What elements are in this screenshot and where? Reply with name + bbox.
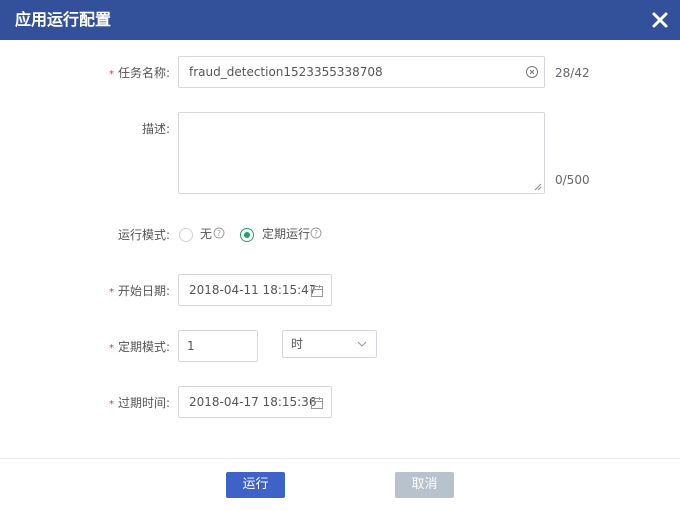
schedule-value: 1 bbox=[187, 339, 195, 353]
calendar-icon[interactable] bbox=[310, 284, 324, 298]
task-name-input[interactable]: fraud_detection1523355338708 bbox=[178, 56, 545, 88]
help-icon[interactable]: ? bbox=[310, 227, 322, 239]
run-button[interactable]: 运行 bbox=[226, 472, 285, 498]
schedule-mode-label: * 定期模式: bbox=[108, 340, 170, 354]
svg-text:?: ? bbox=[314, 229, 318, 238]
required-mark: * bbox=[108, 343, 114, 354]
dialog-header: 应用运行配置 bbox=[0, 0, 680, 40]
radio-none-label: 无 bbox=[200, 227, 213, 241]
expire-time-label: * 过期时间: bbox=[108, 396, 170, 410]
task-name-counter: 28/42 bbox=[555, 66, 590, 80]
resize-handle-icon[interactable] bbox=[534, 183, 542, 191]
schedule-unit-select[interactable]: 时 bbox=[282, 330, 377, 358]
cancel-button[interactable]: 取消 bbox=[395, 472, 454, 498]
radio-periodic-label: 定期运行 bbox=[262, 227, 311, 241]
dialog-title: 应用运行配置 bbox=[15, 10, 112, 29]
required-mark: * bbox=[108, 69, 114, 80]
expire-time-input[interactable]: 2018-04-17 18:15:36 bbox=[178, 386, 332, 418]
required-mark: * bbox=[108, 399, 114, 410]
schedule-value-input[interactable]: 1 bbox=[178, 330, 258, 362]
chevron-down-icon bbox=[357, 341, 367, 347]
radio-periodic[interactable] bbox=[240, 228, 254, 242]
start-date-label: * 开始日期: bbox=[108, 284, 170, 298]
start-date-input[interactable]: 2018-04-11 18:15:47 bbox=[178, 274, 332, 306]
close-icon[interactable] bbox=[650, 10, 670, 30]
task-name-value: fraud_detection1523355338708 bbox=[189, 65, 383, 79]
description-label: 描述: bbox=[141, 122, 170, 136]
clear-icon[interactable] bbox=[525, 65, 539, 79]
footer-divider bbox=[0, 458, 680, 459]
radio-none[interactable] bbox=[179, 228, 193, 242]
calendar-icon[interactable] bbox=[310, 396, 324, 410]
description-counter: 0/500 bbox=[555, 173, 590, 187]
description-textarea[interactable] bbox=[178, 112, 545, 194]
run-mode-label: 运行模式: bbox=[117, 228, 170, 242]
start-date-value: 2018-04-11 18:15:47 bbox=[189, 283, 317, 297]
expire-time-value: 2018-04-17 18:15:36 bbox=[189, 395, 317, 409]
svg-text:?: ? bbox=[217, 229, 221, 238]
required-mark: * bbox=[108, 287, 114, 298]
task-name-label: * 任务名称: bbox=[108, 66, 170, 80]
help-icon[interactable]: ? bbox=[213, 227, 225, 239]
schedule-unit-value: 时 bbox=[291, 337, 304, 351]
